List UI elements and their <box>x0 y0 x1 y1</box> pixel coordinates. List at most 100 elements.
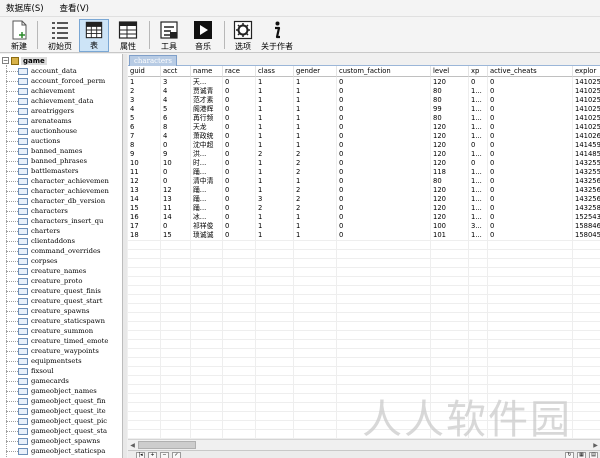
table-cell[interactable]: 0 <box>469 78 488 87</box>
tree-item[interactable]: achievement_data <box>6 96 109 106</box>
table-row[interactable]: 6 8 天龙 0 1 1 0 120 1... 0 141025 <box>128 123 600 132</box>
table-cell[interactable]: 琐诚诚 <box>191 231 223 240</box>
tree-item[interactable]: command_overrides <box>6 246 109 256</box>
table-cell[interactable]: 100 <box>431 222 469 231</box>
table-cell[interactable]: 0 <box>337 96 431 105</box>
table-cell[interactable]: 143256 <box>573 195 600 204</box>
table-cell[interactable]: 0 <box>488 213 573 222</box>
table-cell[interactable]: 120 <box>431 150 469 159</box>
table-cell[interactable]: 1... <box>469 186 488 195</box>
table-row[interactable]: 13 12 踊... 0 1 2 0 120 1... 0 143256 <box>128 186 600 195</box>
table-cell[interactable]: 0 <box>488 123 573 132</box>
table-cell[interactable]: 1 <box>294 231 337 240</box>
table-cell[interactable]: 1 <box>256 141 294 150</box>
table-cell[interactable]: 141025 <box>573 105 600 114</box>
menu-view[interactable]: 查看(V) <box>60 2 89 14</box>
table-cell[interactable]: 120 <box>431 213 469 222</box>
table-cell[interactable]: 0 <box>469 159 488 168</box>
tree-item[interactable]: gameobject_staticspa <box>6 446 109 456</box>
table-cell[interactable]: 120 <box>431 141 469 150</box>
table-cell[interactable]: 清中清 <box>191 177 223 186</box>
tree-scrollbar[interactable] <box>123 54 127 458</box>
table-cell[interactable]: 1 <box>294 123 337 132</box>
table-cell[interactable]: 1 <box>294 87 337 96</box>
table-cell[interactable]: 2 <box>128 87 161 96</box>
table-cell[interactable]: 3 <box>128 96 161 105</box>
table-cell[interactable]: 13 <box>161 195 191 204</box>
table-row[interactable]: 1 3 天... 0 1 1 0 120 0 0 141025 <box>128 78 600 87</box>
table-cell[interactable]: 0 <box>337 177 431 186</box>
table-row[interactable]: 4 5 阁港辉 0 1 1 0 99 1... 0 141025 <box>128 105 600 114</box>
tree-item[interactable]: gameobject_quest_fin <box>6 396 109 406</box>
table-cell[interactable]: 0 <box>337 87 431 96</box>
table-cell[interactable]: 0 <box>223 87 256 96</box>
table-cell[interactable]: 1 <box>256 159 294 168</box>
table-cell[interactable]: 0 <box>337 114 431 123</box>
table-cell[interactable]: 阁港辉 <box>191 105 223 114</box>
table-row[interactable]: 15 11 踊... 0 2 2 0 120 1... 0 143258 <box>128 204 600 213</box>
table-cell[interactable]: 沈中超 <box>191 141 223 150</box>
table-cell[interactable]: 2 <box>294 150 337 159</box>
table-cell[interactable]: 贾诚青 <box>191 87 223 96</box>
tree-item[interactable]: creature_quest_start <box>6 296 109 306</box>
table-cell[interactable]: 1 <box>294 177 337 186</box>
table-cell[interactable]: 80 <box>431 87 469 96</box>
table-cell[interactable]: 踊... <box>191 168 223 177</box>
table-cell[interactable]: 141025 <box>573 114 600 123</box>
table-cell[interactable]: 16 <box>128 213 161 222</box>
music-button[interactable]: 音乐 <box>190 19 216 52</box>
table-cell[interactable]: 1 <box>256 96 294 105</box>
table-cell[interactable]: 152543 <box>573 213 600 222</box>
table-cell[interactable]: 洪... <box>191 150 223 159</box>
table-cell[interactable]: 8 <box>128 141 161 150</box>
table-cell[interactable]: 1... <box>469 177 488 186</box>
table-cell[interactable]: 120 <box>431 159 469 168</box>
table-cell[interactable]: 0 <box>223 168 256 177</box>
tree-item[interactable]: creature_staticspawn <box>6 316 109 326</box>
table-cell[interactable]: 1... <box>469 168 488 177</box>
table-cell[interactable]: 143256 <box>573 177 600 186</box>
table-cell[interactable]: 时... <box>191 159 223 168</box>
table-cell[interactable]: 120 <box>431 123 469 132</box>
column-header-explor[interactable]: explor <box>573 66 600 77</box>
scroll-left-icon[interactable]: ◀ <box>128 441 137 450</box>
table-cell[interactable]: 1 <box>128 78 161 87</box>
delete-record-icon[interactable]: − <box>160 452 169 458</box>
tree-item[interactable]: gameobject_quest_pic <box>6 416 109 426</box>
menu-database[interactable]: 数据库(S) <box>6 2 44 14</box>
tree-item[interactable]: gameobject_spawns <box>6 436 109 446</box>
table-cell[interactable]: 143256 <box>573 186 600 195</box>
table-cell[interactable]: 3 <box>161 78 191 87</box>
column-header-name[interactable]: name <box>191 66 223 77</box>
tree-item[interactable]: creature_quest_finis <box>6 286 109 296</box>
tree-item[interactable]: creature_proto <box>6 276 109 286</box>
table-cell[interactable]: 踊... <box>191 204 223 213</box>
table-cell[interactable]: 6 <box>161 114 191 123</box>
table-cell[interactable]: 0 <box>337 159 431 168</box>
column-header-guid[interactable]: guid <box>128 66 161 77</box>
column-header-class[interactable]: class <box>256 66 294 77</box>
table-cell[interactable]: 1... <box>469 105 488 114</box>
tree-item[interactable]: banned_phrases <box>6 156 109 166</box>
table-cell[interactable]: 1 <box>256 177 294 186</box>
table-cell[interactable]: 0 <box>488 222 573 231</box>
table-cell[interactable]: 0 <box>337 168 431 177</box>
table-cell[interactable]: 2 <box>294 195 337 204</box>
table-cell[interactable]: 0 <box>223 213 256 222</box>
table-cell[interactable]: 1 <box>294 222 337 231</box>
new-button[interactable]: 新建 <box>6 19 32 52</box>
table-cell[interactable]: 0 <box>488 204 573 213</box>
tree-item[interactable]: gameobject_quest_sta <box>6 426 109 436</box>
table-cell[interactable]: 1... <box>469 123 488 132</box>
tree-item[interactable]: auctionhouse <box>6 126 109 136</box>
table-cell[interactable]: 0 <box>161 222 191 231</box>
table-cell[interactable]: 4 <box>161 96 191 105</box>
collapse-icon[interactable]: − <box>2 57 9 64</box>
table-cell[interactable]: 1 <box>294 114 337 123</box>
table-cell[interactable]: 3 <box>256 195 294 204</box>
table-row[interactable]: 17 0 祁祥俊 0 1 1 0 100 3... 0 158846 <box>128 222 600 231</box>
table-cell[interactable]: 1... <box>469 213 488 222</box>
table-cell[interactable]: 2 <box>294 186 337 195</box>
table-cell[interactable]: 141485 <box>573 150 600 159</box>
table-cell[interactable]: 苒行频 <box>191 114 223 123</box>
